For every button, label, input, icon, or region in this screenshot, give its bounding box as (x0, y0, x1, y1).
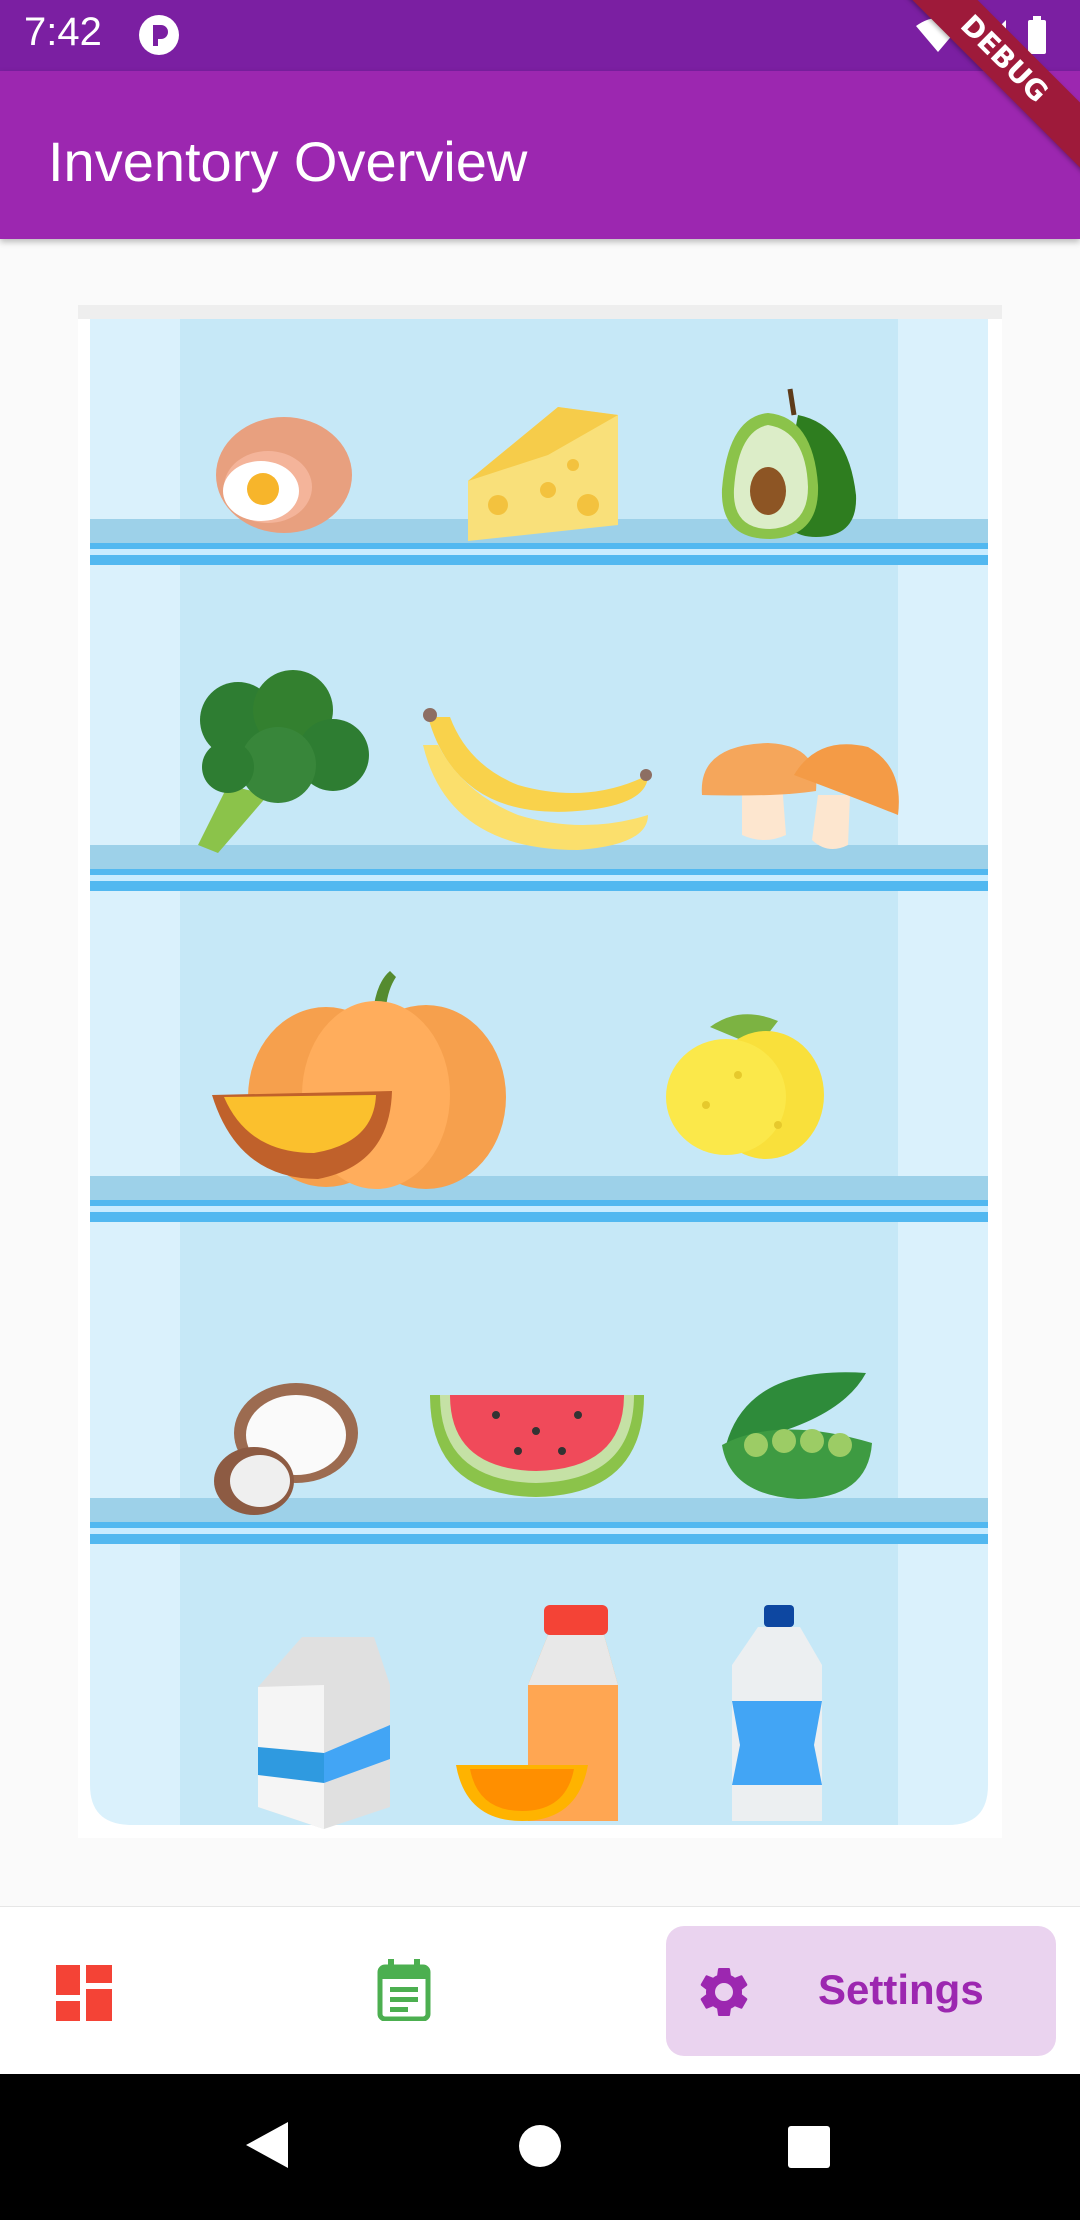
calendar-note-icon (377, 1959, 431, 2021)
recents-icon[interactable] (788, 2126, 830, 2168)
app-notification-icon (139, 15, 179, 55)
gear-icon (700, 1967, 748, 2016)
shelf-4 (90, 1498, 988, 1544)
nav-settings-label: Settings (818, 1966, 984, 2013)
egg-icon (216, 417, 352, 533)
nav-calendar-button[interactable] (300, 1907, 510, 2075)
app-bar: Inventory Overview (0, 71, 1080, 239)
status-time: 7:42 (24, 10, 102, 54)
nav-dashboard-button[interactable] (0, 1907, 166, 2075)
shelf-2 (90, 845, 988, 891)
system-navigation-bar (0, 2074, 1080, 2220)
nav-settings-button[interactable]: Settings (666, 1926, 1056, 2056)
dashboard-icon (56, 1965, 112, 2021)
bottom-navigation: Settings (0, 1906, 1080, 2075)
back-icon[interactable] (244, 2120, 290, 2170)
page-title: Inventory Overview (48, 130, 528, 193)
home-icon[interactable] (518, 2124, 562, 2168)
shelf-3 (90, 1176, 988, 1222)
battery-icon (1028, 16, 1046, 54)
milk-icon (258, 1637, 390, 1829)
status-bar: 7:42 (0, 0, 1080, 71)
fridge-illustration (78, 305, 1002, 1838)
